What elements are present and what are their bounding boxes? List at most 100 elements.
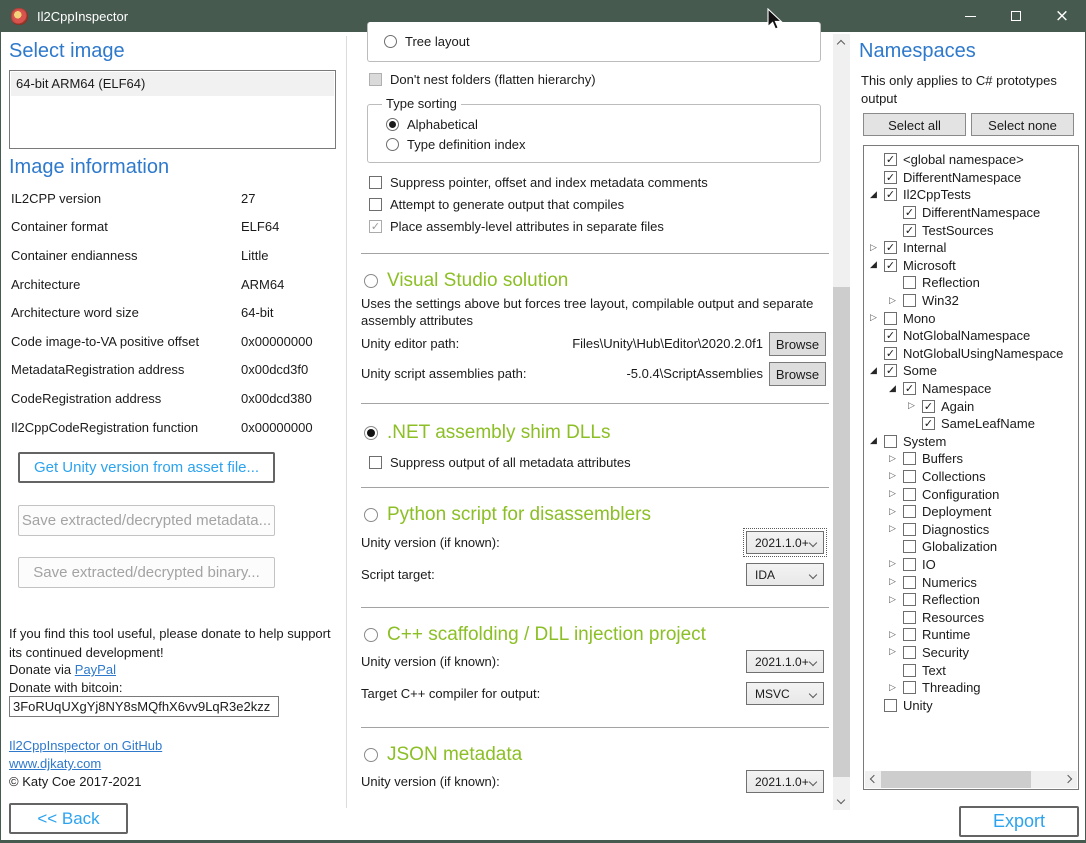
json-unity-version-select[interactable]: 2021.1.0+ (746, 770, 824, 793)
tree-item-checkbox[interactable] (903, 224, 916, 237)
vs-solution-section-header[interactable]: Visual Studio solution (364, 268, 568, 294)
tree-item[interactable]: SameLeafName (868, 415, 1078, 433)
python-script-section-header[interactable]: Python script for disassemblers (364, 502, 651, 528)
tree-item-checkbox[interactable] (903, 681, 916, 694)
tree-item-checkbox[interactable] (903, 664, 916, 677)
tree-item-checkbox[interactable] (884, 259, 897, 272)
sort-alphabetical-row[interactable]: Alphabetical (386, 117, 478, 132)
tree-item-checkbox[interactable] (903, 576, 916, 589)
tree-item[interactable]: ▷Reflection (868, 591, 1078, 609)
unity-editor-path-value[interactable]: Files\Unity\Hub\Editor\2020.2.0f1 (572, 336, 763, 351)
tree-item-checkbox[interactable] (903, 540, 916, 553)
json-metadata-radio[interactable] (364, 748, 378, 762)
tree-item[interactable]: ▷Numerics (868, 573, 1078, 591)
tree-item-checkbox[interactable] (903, 593, 916, 606)
python-unity-version-select[interactable]: 2021.1.0+ (746, 531, 824, 554)
tree-item[interactable]: ▷Runtime (868, 626, 1078, 644)
python-script-radio[interactable] (364, 508, 378, 522)
sort-alphabetical-radio[interactable] (386, 118, 399, 131)
tree-item-checkbox[interactable] (903, 523, 916, 536)
tree-item[interactable]: ▷Again (868, 397, 1078, 415)
tree-item-checkbox[interactable] (884, 329, 897, 342)
paypal-link[interactable]: PayPal (75, 662, 116, 677)
expand-icon[interactable]: ▷ (887, 489, 903, 499)
vs-solution-radio[interactable] (364, 274, 378, 288)
tree-item[interactable]: ◢Il2CppTests (868, 186, 1078, 204)
json-metadata-section-header[interactable]: JSON metadata (364, 742, 522, 768)
scroll-down-icon[interactable] (837, 796, 845, 804)
suppress-comments-checkbox[interactable] (369, 176, 382, 189)
tree-item[interactable]: ▷Mono (868, 309, 1078, 327)
expand-icon[interactable]: ▷ (887, 683, 903, 693)
collapse-icon[interactable]: ◢ (887, 384, 903, 394)
tree-item-checkbox[interactable] (903, 452, 916, 465)
expand-icon[interactable]: ▷ (887, 454, 903, 464)
tree-item-checkbox[interactable] (903, 470, 916, 483)
tree-item-checkbox[interactable] (903, 646, 916, 659)
middle-scrollbar-thumb[interactable] (833, 287, 850, 777)
tree-item-checkbox[interactable] (903, 206, 916, 219)
select-all-button[interactable]: Select all (863, 113, 966, 136)
tree-item-checkbox[interactable] (903, 294, 916, 307)
tree-item[interactable]: ▷Deployment (868, 503, 1078, 521)
suppress-attributes-row[interactable]: Suppress output of all metadata attribut… (369, 455, 631, 470)
cpp-unity-version-select[interactable]: 2021.1.0+ (746, 650, 824, 673)
tree-item-checkbox[interactable] (922, 417, 935, 430)
unity-editor-browse-button[interactable]: Browse (769, 332, 826, 356)
sort-typedef-radio[interactable] (386, 138, 399, 151)
tree-item[interactable]: ◢System (868, 433, 1078, 451)
expand-icon[interactable]: ▷ (906, 401, 922, 411)
expand-icon[interactable]: ▷ (887, 647, 903, 657)
tree-item-checkbox[interactable] (884, 435, 897, 448)
bitcoin-address-input[interactable] (9, 696, 279, 717)
tree-item[interactable]: <global namespace> (868, 151, 1078, 169)
tree-item[interactable]: Unity (868, 696, 1078, 714)
flatten-checkbox-row[interactable]: Don't nest folders (flatten hierarchy) (369, 72, 596, 87)
tree-item-checkbox[interactable] (903, 505, 916, 518)
shim-dlls-section-header[interactable]: .NET assembly shim DLLs (364, 420, 611, 446)
tree-item-checkbox[interactable] (884, 153, 897, 166)
tree-item-checkbox[interactable] (903, 611, 916, 624)
tree-layout-radio-row[interactable]: Tree layout (384, 34, 470, 49)
tree-item[interactable]: ◢Namespace (868, 380, 1078, 398)
tree-item-checkbox[interactable] (903, 558, 916, 571)
tree-item[interactable]: ▷Buffers (868, 450, 1078, 468)
cpp-scaffolding-section-header[interactable]: C++ scaffolding / DLL injection project (364, 622, 706, 648)
tree-item[interactable]: Globalization (868, 538, 1078, 556)
scroll-left-icon[interactable] (870, 775, 878, 783)
tree-item[interactable]: ◢Microsoft (868, 257, 1078, 275)
expand-icon[interactable]: ▷ (887, 296, 903, 306)
minimize-button[interactable] (947, 0, 993, 32)
collapse-icon[interactable]: ◢ (868, 436, 884, 446)
tree-item[interactable]: NotGlobalNamespace (868, 327, 1078, 345)
tree-item[interactable]: ◢Some (868, 362, 1078, 380)
script-target-select[interactable]: IDA (746, 563, 824, 586)
collapse-icon[interactable]: ◢ (868, 260, 884, 270)
suppress-comments-row[interactable]: Suppress pointer, offset and index metad… (369, 175, 708, 190)
maximize-button[interactable] (993, 0, 1039, 32)
expand-icon[interactable]: ▷ (868, 313, 884, 323)
scroll-right-icon[interactable] (1064, 775, 1072, 783)
image-list-item[interactable]: 64-bit ARM64 (ELF64) (11, 72, 334, 96)
cpp-scaffolding-radio[interactable] (364, 628, 378, 642)
tree-item[interactable]: DifferentNamespace (868, 169, 1078, 187)
expand-icon[interactable]: ▷ (887, 630, 903, 640)
collapse-icon[interactable]: ◢ (868, 190, 884, 200)
tree-item[interactable]: Resources (868, 608, 1078, 626)
tree-item-checkbox[interactable] (903, 488, 916, 501)
select-none-button[interactable]: Select none (971, 113, 1074, 136)
tree-item-checkbox[interactable] (884, 347, 897, 360)
tree-item-checkbox[interactable] (903, 628, 916, 641)
generate-compiles-row[interactable]: Attempt to generate output that compiles (369, 197, 624, 212)
script-assemblies-browse-button[interactable]: Browse (769, 362, 826, 386)
tree-item[interactable]: ▷Security (868, 644, 1078, 662)
tree-item-checkbox[interactable] (884, 364, 897, 377)
tree-item-checkbox[interactable] (884, 312, 897, 325)
tree-item-checkbox[interactable] (903, 382, 916, 395)
expand-icon[interactable]: ▷ (887, 595, 903, 605)
collapse-icon[interactable]: ◢ (868, 366, 884, 376)
website-link[interactable]: www.djkaty.com (9, 756, 101, 771)
tree-item-checkbox[interactable] (922, 400, 935, 413)
tree-item[interactable]: ▷Win32 (868, 292, 1078, 310)
image-listbox[interactable]: 64-bit ARM64 (ELF64) (9, 70, 336, 149)
